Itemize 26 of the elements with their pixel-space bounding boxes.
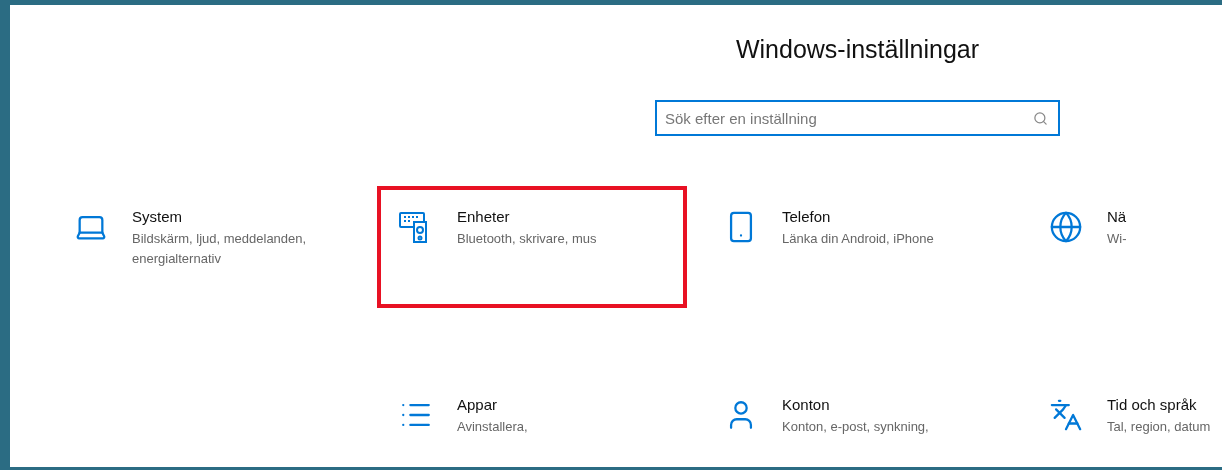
settings-tile[interactable]: Enheter Bluetooth, skrivare, mus — [377, 186, 687, 308]
tile-title: Enheter — [457, 208, 511, 225]
tile-title: System — [132, 208, 183, 225]
search-field[interactable]: Sök efter en inställning — [655, 100, 1060, 136]
language-icon — [1049, 398, 1083, 432]
search-icon — [1033, 111, 1048, 126]
tile-description: Bildskärm, ljud, meddelanden, energialternativ — [132, 230, 308, 268]
tile-title: Konton — [782, 396, 831, 413]
settings-tile[interactable]: Tid och språk Tal, region, datum — [1027, 374, 1222, 467]
settings-tile[interactable]: Telefon Länka din Android, iPhone — [702, 186, 1012, 308]
tile-description: Tal, region, datum — [1107, 418, 1211, 436]
tile-title: Appar — [457, 396, 499, 413]
settings-tile[interactable]: Nä Wi- — [1027, 186, 1222, 308]
settings-tile[interactable]: Konton Konton, e-post, synkning, — [702, 374, 1012, 467]
tile-description: Bluetooth, skrivare, mus — [457, 230, 597, 248]
tile-title: Telefon — [782, 208, 832, 225]
tile-title: Tid och språk — [1107, 396, 1198, 413]
tile-title: Nä — [1107, 208, 1127, 225]
window-title: Windows-inställningar — [735, 35, 980, 64]
tile-description: Länka din Android, iPhone — [782, 230, 934, 248]
globe-icon — [1049, 210, 1083, 244]
settings-tile[interactable]: Appar Avinstallera, — [377, 374, 687, 467]
tile-description: Avinstallera, — [457, 418, 528, 436]
settings-tile[interactable]: System Bildskärm, ljud, meddelanden, energialternativ — [52, 186, 362, 308]
tile-description: Konton, e-post, synkning, — [782, 418, 929, 436]
tile-description: Wi- — [1107, 230, 1127, 248]
